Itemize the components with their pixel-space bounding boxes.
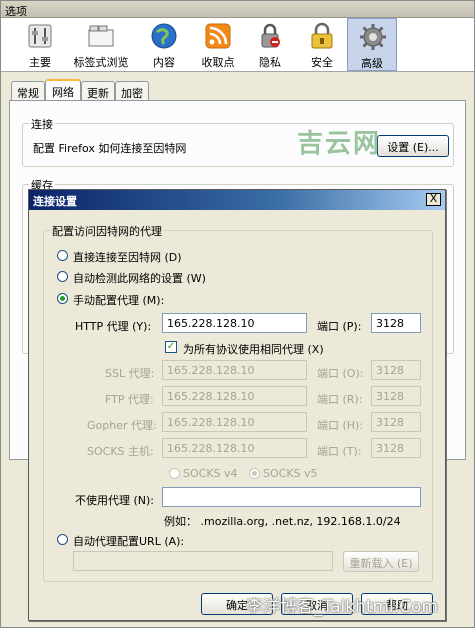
security-icon <box>311 22 333 49</box>
radio-socks-v5[interactable] <box>249 468 260 479</box>
ftp-port-label: 端口 (R): <box>317 393 363 406</box>
radio-auto-detect[interactable] <box>57 271 68 282</box>
toolbar-security-button[interactable]: 安全 <box>297 18 347 71</box>
connection-group: 连接 配置 Firefox 如何连接至因特网 设置 (E)... <box>22 116 454 167</box>
proxy-group-label: 配置访问因特网的代理 <box>50 223 164 239</box>
ssl-port-input[interactable]: 3128 <box>371 360 421 380</box>
ssl-port-label: 端口 (O): <box>317 367 364 380</box>
same-proxy-checkbox[interactable]: ✓ <box>165 341 177 353</box>
http-port-input[interactable]: 3128 <box>371 313 421 333</box>
socks-v4-label: SOCKS v4 <box>183 467 238 480</box>
toolbar-privacy-label: 隐私 <box>259 56 281 69</box>
radio-manual[interactable] <box>57 293 68 304</box>
toolbar-security-label: 安全 <box>311 56 333 69</box>
toolbar-privacy-button[interactable]: 隐私 <box>245 18 295 71</box>
http-port-label: 端口 (P): <box>317 320 362 333</box>
ssl-proxy-label: SSL 代理: <box>105 367 155 380</box>
privacy-icon <box>261 23 280 48</box>
tabs-icon <box>88 25 114 47</box>
radio-auto-url-label: 自动代理配置URL (A): <box>73 535 185 548</box>
gopher-port-input[interactable]: 3128 <box>371 412 421 432</box>
toolbar-advanced-button[interactable]: 高级 <box>347 18 397 71</box>
advanced-icon <box>360 24 386 50</box>
toolbar-tabs-label: 标签式浏览 <box>73 56 129 69</box>
auto-url-input[interactable] <box>73 551 333 571</box>
socks-port-label: 端口 (T): <box>317 445 362 458</box>
options-title: 选项 <box>5 5 27 18</box>
toolbar-content-button[interactable]: 内容 <box>139 18 189 71</box>
close-icon[interactable]: X <box>426 193 441 206</box>
toolbar-advanced-label: 高级 <box>361 57 383 70</box>
radio-direct-label: 直接连接至因特网 (D) <box>73 251 182 264</box>
no-proxy-input[interactable] <box>162 487 421 507</box>
tab-update[interactable]: 更新 <box>81 81 115 101</box>
no-proxy-example: 例如： .mozilla.org, .net.nz, 192.168.1.0/2… <box>164 515 401 528</box>
gopher-proxy-input[interactable]: 165.228.128.10 <box>162 412 307 432</box>
reload-button[interactable]: 重新载入 (E) <box>343 551 419 572</box>
socks-v5-label: SOCKS v5 <box>263 467 318 480</box>
ftp-port-input[interactable]: 3128 <box>371 386 421 406</box>
gopher-proxy-label: Gopher 代理: <box>87 419 157 432</box>
radio-manual-label: 手动配置代理 (M): <box>73 294 165 307</box>
main-icon <box>28 24 52 48</box>
feeds-icon <box>205 23 231 49</box>
toolbar-main-label: 主要 <box>29 56 51 69</box>
socks-host-input[interactable]: 165.228.128.10 <box>162 438 307 458</box>
dialog-title: 连接设置 <box>33 195 77 208</box>
content-icon <box>151 23 177 49</box>
connection-settings-dialog: 连接设置 X 配置访问因特网的代理 直接连接至因特网 (D) 自动检测此网络的设… <box>28 189 446 621</box>
radio-auto-url[interactable] <box>57 534 68 545</box>
options-titlebar: 选项 <box>1 1 474 18</box>
site-watermark: 吉云网 <box>297 129 382 159</box>
toolbar-feeds-label: 收取点 <box>201 56 235 69</box>
blog-watermark: 李洋博客_Talkhtml.Com <box>246 597 439 617</box>
tab-network[interactable]: 网络 <box>45 79 81 102</box>
http-proxy-input[interactable]: 165.228.128.10 <box>162 313 307 333</box>
connection-settings-button[interactable]: 设置 (E)... <box>377 135 449 157</box>
ftp-proxy-label: FTP 代理: <box>105 393 154 406</box>
connection-description: 配置 Firefox 如何连接至因特网 <box>33 142 187 155</box>
toolbar-main-button[interactable]: 主要 <box>15 18 65 71</box>
tab-encryption[interactable]: 加密 <box>115 81 149 101</box>
connection-group-label: 连接 <box>29 116 55 132</box>
socks-port-input[interactable]: 3128 <box>371 438 421 458</box>
radio-socks-v4[interactable] <box>169 468 180 479</box>
no-proxy-label: 不使用代理 (N): <box>75 494 155 507</box>
tab-general[interactable]: 常规 <box>11 81 45 101</box>
same-proxy-label: 为所有协议使用相同代理 (X) <box>183 343 324 356</box>
http-proxy-label: HTTP 代理 (Y): <box>75 320 152 333</box>
socks-host-label: SOCKS 主机: <box>87 445 154 458</box>
toolbar-content-label: 内容 <box>153 56 175 69</box>
options-toolbar: 主要 标签式浏览 内容 收取点 隐私 安全 高级 <box>1 18 474 72</box>
toolbar-tabs-button[interactable]: 标签式浏览 <box>71 18 131 71</box>
radio-direct[interactable] <box>57 250 68 261</box>
ftp-proxy-input[interactable]: 165.228.128.10 <box>162 386 307 406</box>
dialog-titlebar: 连接设置 X <box>29 190 445 210</box>
ssl-proxy-input[interactable]: 165.228.128.10 <box>162 360 307 380</box>
radio-auto-detect-label: 自动检测此网络的设置 (W) <box>73 272 206 285</box>
gopher-port-label: 端口 (H): <box>317 419 364 432</box>
toolbar-feeds-button[interactable]: 收取点 <box>193 18 243 71</box>
